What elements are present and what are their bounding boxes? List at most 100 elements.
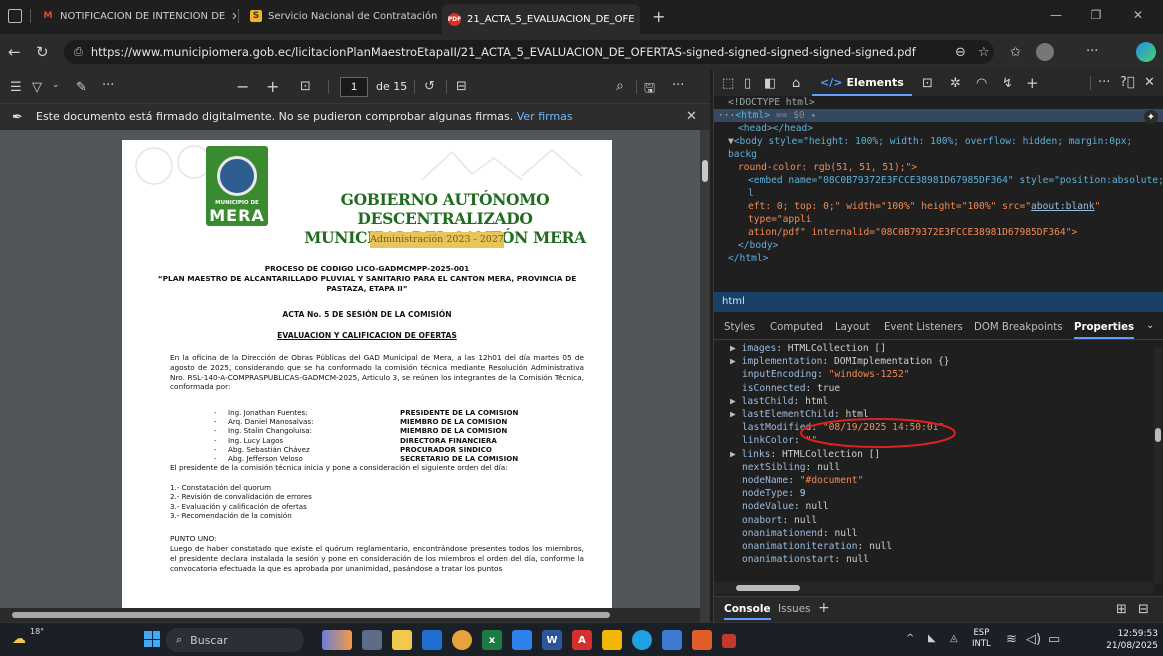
expand-triangle-icon[interactable]: ▶ xyxy=(730,343,742,354)
scroll-thumb[interactable] xyxy=(702,160,708,182)
property-row[interactable]: onanimationstart: null xyxy=(714,553,1163,566)
tray-app-icon[interactable]: ◣ xyxy=(928,633,936,644)
properties-scrollbar[interactable] xyxy=(1154,348,1162,584)
property-row[interactable]: onanimationiteration: null xyxy=(714,540,1163,553)
add-drawer-tab-icon[interactable]: + xyxy=(818,600,830,616)
fit-page-icon[interactable]: ⊡ xyxy=(300,79,311,94)
favorites-icon[interactable]: ✩ xyxy=(1010,45,1021,60)
dom-tree[interactable]: <!DOCTYPE html> ···<html> == $0 ✦ <head>… xyxy=(714,96,1163,292)
acrobat-icon[interactable]: A xyxy=(572,630,592,650)
subtab-event-listeners[interactable]: Event Listeners xyxy=(884,322,963,333)
wifi-icon[interactable]: ≋ xyxy=(1006,632,1017,647)
battery-icon[interactable]: ▭ xyxy=(1048,632,1060,647)
dom-body-close[interactable]: </body> xyxy=(714,239,1163,252)
tab-pdf-active[interactable]: PDF 21_ACTA_5_EVALUACION_DE_OFE ✕ xyxy=(442,4,640,34)
subtab-layout[interactable]: Layout xyxy=(835,322,870,333)
dom-embed-src-link[interactable]: about:blank xyxy=(1031,201,1095,212)
pdf-horizontal-scrollbar[interactable] xyxy=(0,608,700,622)
subtab-computed[interactable]: Computed xyxy=(770,322,823,333)
property-row[interactable]: onabort: null xyxy=(714,514,1163,527)
close-drawer-icon[interactable]: ⊟ xyxy=(1138,602,1149,617)
subtab-styles[interactable]: Styles xyxy=(724,322,755,333)
dom-html-close[interactable]: </html> xyxy=(714,252,1163,265)
network-wifi-icon[interactable]: ◠ xyxy=(976,76,987,91)
edge-icon[interactable] xyxy=(632,630,652,650)
tray-cloud-icon[interactable]: ◬ xyxy=(950,633,958,644)
copilot-icon[interactable] xyxy=(1136,42,1156,62)
drawer-tab-console[interactable]: Console xyxy=(724,603,771,620)
property-row[interactable]: nodeName: "#document" xyxy=(714,474,1163,487)
add-panel-icon[interactable]: + xyxy=(1026,74,1039,92)
pdf-viewport[interactable]: MUNICIPIO DE MERA GOBIERNO AUTÓNOMO DESC… xyxy=(0,130,710,622)
expand-triangle-icon[interactable]: ▶ xyxy=(730,396,742,407)
excel-icon[interactable]: x xyxy=(482,630,502,650)
bug-icon[interactable]: ✲ xyxy=(950,76,961,91)
drawer-tab-issues[interactable]: Issues xyxy=(778,603,811,615)
breadcrumb[interactable]: html xyxy=(714,292,1163,312)
workspaces-icon[interactable] xyxy=(8,9,22,23)
properties-h-scrollbar[interactable] xyxy=(714,582,1154,594)
close-tab-icon[interactable]: ✕ xyxy=(225,10,236,23)
dom-head[interactable]: <head></head> xyxy=(714,122,1163,135)
toolbar-more-icon[interactable]: ··· xyxy=(672,78,684,93)
reload-icon[interactable]: ↻ xyxy=(36,43,49,61)
minimize-icon[interactable]: — xyxy=(1042,5,1070,25)
property-row[interactable]: nodeValue: null xyxy=(714,500,1163,513)
zoom-out-button[interactable]: − xyxy=(236,77,249,96)
widgets-icon[interactable] xyxy=(322,630,352,650)
zoom-in-button[interactable]: + xyxy=(266,77,279,96)
help-icon[interactable]: ?⃝ xyxy=(1120,75,1135,90)
chrome-icon[interactable] xyxy=(452,630,472,650)
site-info-icon[interactable]: ⎙ xyxy=(74,45,83,59)
devtools-more-icon[interactable]: ··· xyxy=(1098,75,1110,90)
contents-icon[interactable]: ☰ xyxy=(10,80,22,95)
draw-icon[interactable]: ✎ xyxy=(76,80,87,95)
tab-sercop[interactable]: S Servicio Nacional de Contratación ✕ xyxy=(244,4,440,28)
sticky-notes-icon[interactable] xyxy=(602,630,622,650)
dom-embed-line-1[interactable]: <embed name="08C0B79372E3FCCE38981D67985… xyxy=(714,174,1163,200)
performance-icon[interactable]: ↯ xyxy=(1002,76,1013,91)
close-devtools-icon[interactable]: ✕ xyxy=(1144,75,1155,90)
scroll-thumb[interactable] xyxy=(12,612,610,618)
dom-doctype[interactable]: <!DOCTYPE html> xyxy=(714,96,1163,109)
property-row[interactable]: nextSibling: null xyxy=(714,461,1163,474)
close-tab-icon[interactable]: ✕ xyxy=(635,13,640,26)
chevron-up-icon[interactable]: ^ xyxy=(906,633,914,644)
word-icon[interactable]: W xyxy=(542,630,562,650)
language-indicator[interactable]: ESP INTL xyxy=(972,628,991,650)
subtab-dom-breakpoints[interactable]: DOM Breakpoints xyxy=(974,322,1063,333)
pdf-more-icon[interactable]: ··· xyxy=(102,78,114,93)
close-infobar-icon[interactable]: ✕ xyxy=(686,109,697,124)
property-row[interactable]: ▶ lastChild: html xyxy=(714,395,1163,408)
welcome-home-icon[interactable]: ⌂ xyxy=(792,76,800,91)
close-window-icon[interactable]: ✕ xyxy=(1124,5,1152,25)
expand-triangle-icon[interactable]: ▶ xyxy=(730,449,742,460)
dom-body-open[interactable]: ▼<body style="height: 100%; width: 100%;… xyxy=(714,135,1163,161)
search-icon[interactable]: ⌕ xyxy=(616,78,624,94)
clock[interactable]: 12:59:53 21/08/2025 xyxy=(1096,628,1158,652)
more-menu-icon[interactable]: ··· xyxy=(1086,44,1098,59)
weather-icon[interactable]: ☁ xyxy=(12,631,26,647)
expand-triangle-icon[interactable]: ▶ xyxy=(730,356,742,367)
dock-icon[interactable]: ◧ xyxy=(764,76,776,91)
property-row[interactable]: inputEncoding: "windows-1252" xyxy=(714,368,1163,381)
profile-avatar[interactable] xyxy=(1036,43,1054,61)
edge-dev-icon[interactable] xyxy=(512,630,532,650)
close-tab-icon[interactable]: ✕ xyxy=(437,10,440,23)
inspect-icon[interactable]: ⬚ xyxy=(722,76,734,91)
property-row[interactable]: isConnected: true xyxy=(714,382,1163,395)
task-view-icon[interactable] xyxy=(362,630,382,650)
highlight-icon[interactable]: ▽ xyxy=(32,80,42,95)
store-icon[interactable] xyxy=(422,630,442,650)
dom-html-selected[interactable]: ···<html> == $0 ✦ xyxy=(714,109,1163,122)
scroll-thumb[interactable] xyxy=(736,585,800,591)
ai-assist-icon[interactable]: ✦ xyxy=(1144,110,1158,124)
pdf-vertical-scrollbar[interactable] xyxy=(700,130,710,622)
property-row[interactable]: onanimationend: null xyxy=(714,527,1163,540)
start-windows-icon[interactable] xyxy=(144,631,160,647)
file-explorer-icon[interactable] xyxy=(392,630,412,650)
property-row[interactable]: ▶ implementation: DOMImplementation {} xyxy=(714,355,1163,368)
dock-drawer-icon[interactable]: ⊞ xyxy=(1116,602,1127,617)
app-icon[interactable] xyxy=(692,630,712,650)
taskbar-search[interactable]: ⌕ Buscar xyxy=(166,628,304,652)
